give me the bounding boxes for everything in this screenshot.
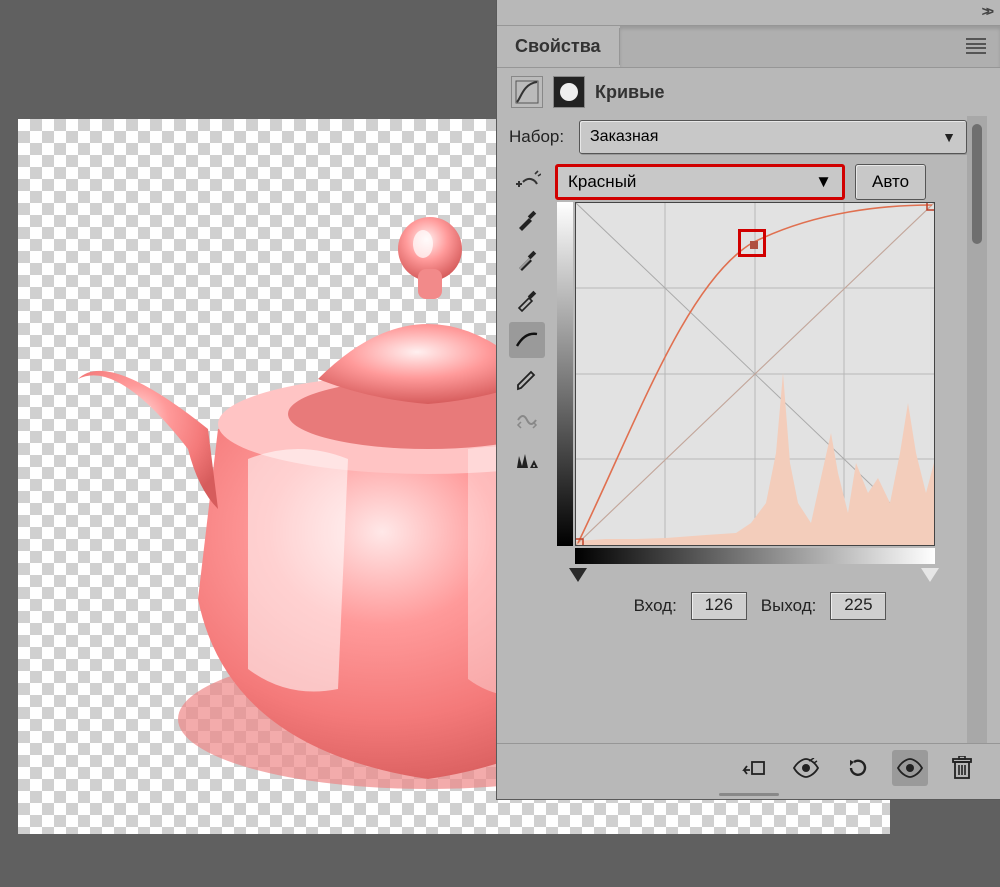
- panel-resize-handle[interactable]: [497, 791, 1000, 799]
- eyedropper-gray-icon[interactable]: [509, 242, 545, 278]
- preset-dropdown[interactable]: Заказная ▼: [579, 120, 967, 154]
- output-gradient: [557, 202, 573, 546]
- input-gradient: [575, 548, 935, 564]
- clip-to-layer-icon[interactable]: [736, 750, 772, 786]
- curve-grid[interactable]: [575, 202, 935, 546]
- adjustment-header: Кривые: [497, 68, 1000, 116]
- reset-icon[interactable]: [840, 750, 876, 786]
- eyedropper-black-icon[interactable]: [509, 202, 545, 238]
- targeted-adjust-icon[interactable]: [509, 170, 545, 194]
- collapse-panel-icon[interactable]: >>: [982, 3, 990, 19]
- panel-scrollbar[interactable]: [967, 116, 987, 743]
- smooth-tool-icon[interactable]: [509, 402, 545, 438]
- preset-label: Набор:: [509, 127, 569, 147]
- input-label: Вход:: [634, 596, 677, 616]
- curve-point-tool-icon[interactable]: [509, 322, 545, 358]
- panel-tabs: Свойства: [497, 26, 1000, 68]
- input-output-row: Вход: 126 Выход: 225: [553, 592, 967, 620]
- chevron-down-icon: ▼: [815, 172, 832, 192]
- curves-graph[interactable]: [557, 202, 937, 562]
- view-previous-state-icon[interactable]: [788, 750, 824, 786]
- toggle-visibility-icon[interactable]: [892, 750, 928, 786]
- chevron-down-icon: ▼: [942, 129, 956, 145]
- pencil-tool-icon[interactable]: [509, 362, 545, 398]
- output-value-field[interactable]: 225: [830, 592, 886, 620]
- curve-point-selected[interactable]: [738, 229, 766, 257]
- channel-dropdown[interactable]: Красный ▼: [555, 164, 845, 200]
- curves-adjustment-icon[interactable]: [511, 76, 543, 108]
- tab-properties[interactable]: Свойства: [497, 28, 620, 65]
- white-point-slider[interactable]: [921, 568, 939, 582]
- curve-tool-column: [509, 202, 547, 620]
- eyedropper-white-icon[interactable]: [509, 282, 545, 318]
- layer-mask-icon[interactable]: [553, 76, 585, 108]
- panel-topbar: >>: [497, 0, 1000, 26]
- auto-button[interactable]: Авто: [855, 164, 926, 200]
- adjustment-title: Кривые: [595, 82, 665, 103]
- input-value-field[interactable]: 126: [691, 592, 747, 620]
- black-point-slider[interactable]: [569, 568, 587, 582]
- properties-panel: >> Свойства Кривые Набор: Заказная ▼: [496, 0, 1000, 800]
- panel-menu-icon[interactable]: [966, 38, 986, 54]
- preset-value: Заказная: [590, 128, 658, 146]
- output-label: Выход:: [761, 596, 817, 616]
- delete-icon[interactable]: [944, 750, 980, 786]
- clip-warning-icon[interactable]: [509, 442, 545, 478]
- panel-footer: [497, 743, 1000, 791]
- channel-value: Красный: [568, 172, 636, 192]
